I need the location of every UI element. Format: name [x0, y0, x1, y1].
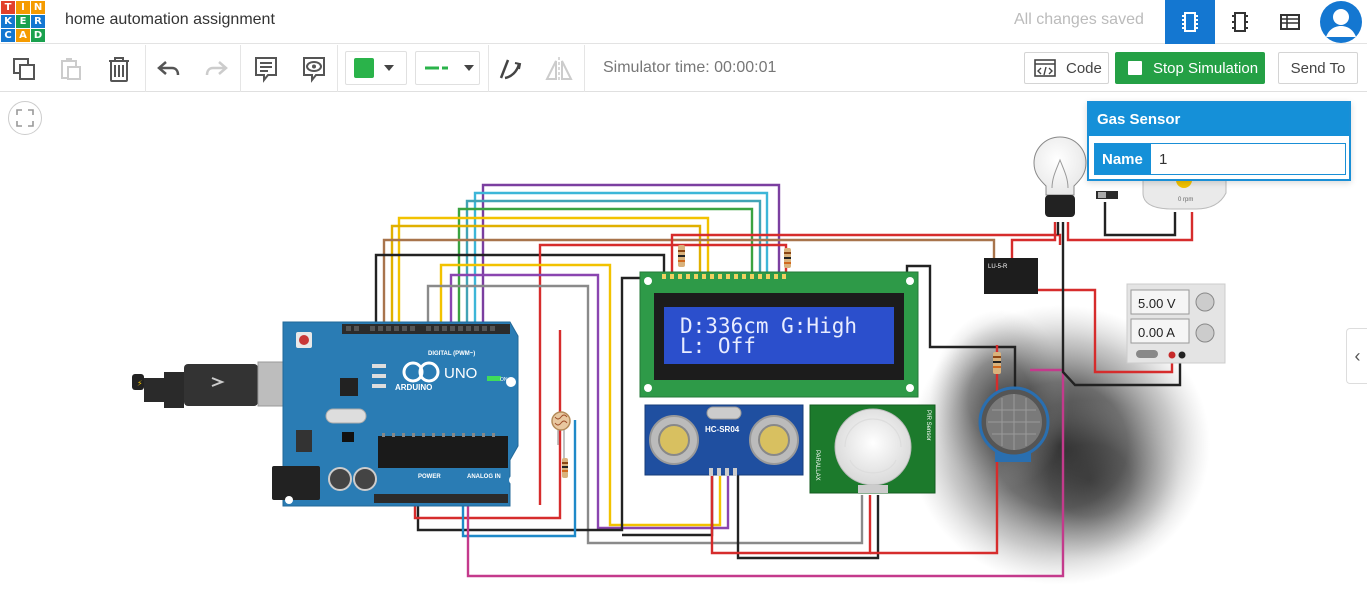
- trash-icon: [109, 57, 129, 82]
- arduino-uno-board[interactable]: DIGITAL (PWM~) ARDUINO UNO ON POWER ANAL…: [272, 321, 519, 507]
- component-list-icon: [1280, 14, 1300, 30]
- motor-readout: 0 rpm: [1178, 197, 1193, 203]
- send-to-label: Send To: [1290, 59, 1346, 77]
- inspector-name-field[interactable]: 1: [1151, 144, 1345, 174]
- inspector-title: Gas Sensor: [1089, 103, 1349, 136]
- toolbar-divider: [584, 45, 585, 92]
- editor-toolbar: Simulator time: 00:00:01 Code Stop Simul…: [0, 45, 1367, 92]
- supply-current: 0.00 A: [1138, 325, 1175, 340]
- pir-sensor[interactable]: PIR Sensor PARALLAX: [809, 404, 936, 494]
- ultrasonic-sensor[interactable]: HC-SR04: [644, 404, 804, 476]
- logo-letter: C: [1, 29, 15, 42]
- chevron-left-icon: ‹: [1354, 345, 1361, 366]
- analog-pins-label: ANALOG IN: [467, 474, 501, 480]
- logo-letter: K: [1, 15, 15, 28]
- circuit-view-icon: [1182, 12, 1198, 32]
- copy-button[interactable]: [8, 53, 40, 85]
- project-title[interactable]: home automation assignment: [65, 11, 275, 29]
- note-icon: [255, 57, 277, 83]
- lcd-resistors: [678, 245, 791, 268]
- code-label: Code: [1066, 59, 1102, 77]
- tinkercad-logo[interactable]: T I N K E R C A D: [0, 0, 46, 44]
- delete-button[interactable]: [103, 53, 135, 85]
- toolbar-divider: [488, 45, 489, 92]
- code-button[interactable]: Code: [1024, 52, 1109, 84]
- logo-letter: A: [16, 29, 30, 42]
- logo-letter: R: [31, 15, 45, 28]
- pir-side-label: PARALLAX: [814, 450, 820, 481]
- wire-type-icon: [425, 66, 448, 70]
- schematic-view-button[interactable]: [1215, 0, 1265, 44]
- notes-visibility-button[interactable]: [298, 53, 330, 85]
- paste-icon: [61, 58, 81, 80]
- logo-letter: D: [31, 29, 45, 42]
- chevron-down-icon: [464, 65, 474, 71]
- pir-label: PIR Sensor: [925, 410, 931, 441]
- light-bulb[interactable]: [1033, 136, 1087, 217]
- toolbar-divider: [240, 45, 241, 92]
- avatar-icon: [1320, 1, 1362, 43]
- supply-voltage: 5.00 V: [1138, 296, 1176, 311]
- lcd-display[interactable]: D:336cm G:High L: Off: [639, 271, 919, 398]
- circuit-view-button[interactable]: [1165, 0, 1215, 44]
- top-bar: T I N K E R C A D home automation assign…: [0, 0, 1367, 44]
- power-supply[interactable]: 5.00 V 0.00 A: [1126, 283, 1226, 364]
- eye-note-icon: [303, 57, 325, 83]
- lcd-line-2: L: Off: [680, 334, 756, 358]
- toolbar-divider: [337, 45, 338, 92]
- stop-icon: [1128, 61, 1142, 75]
- relay-module[interactable]: LU-5-R: [984, 258, 1038, 294]
- svg-text:⚡: ⚡: [137, 379, 143, 388]
- toolbar-divider: [145, 45, 146, 92]
- code-icon: [1034, 59, 1056, 77]
- ultrasonic-label: HC-SR04: [705, 425, 740, 434]
- relay-label: LU-5-R: [988, 264, 1008, 270]
- logo-letter: N: [31, 1, 45, 14]
- copy-icon: [13, 58, 35, 80]
- flip-icon: [545, 57, 573, 81]
- slide-switch[interactable]: [1096, 191, 1118, 199]
- undo-icon: [157, 61, 180, 76]
- paste-button[interactable]: [55, 53, 87, 85]
- inspector-name-label: Name: [1095, 144, 1151, 174]
- stop-simulation-label: Stop Simulation: [1153, 59, 1259, 77]
- arduino-model: UNO: [444, 365, 477, 382]
- logo-letter: E: [16, 15, 30, 28]
- power-pins-label: POWER: [418, 474, 441, 480]
- component-inspector[interactable]: Gas Sensor Name 1: [1087, 101, 1351, 181]
- logo-letter: T: [1, 1, 15, 14]
- arduino-brand: ARDUINO: [395, 383, 432, 392]
- inspector-name-row: Name 1: [1094, 143, 1346, 175]
- wire-type-dropdown[interactable]: [415, 51, 480, 85]
- send-to-button[interactable]: Send To: [1278, 52, 1358, 84]
- circuit-canvas[interactable]: ⚡ DIGITAL (PWM~) ARDUINO UNO ON POWER AN…: [0, 93, 1367, 602]
- user-avatar[interactable]: [1318, 0, 1364, 44]
- redo-icon: [205, 61, 228, 76]
- schematic-view-icon: [1232, 12, 1248, 32]
- gas-sensor-resistor: [993, 352, 1001, 374]
- wire-color-swatch: [354, 58, 374, 78]
- logo-letter: I: [16, 1, 30, 14]
- redo-button[interactable]: [200, 53, 232, 85]
- stop-simulation-button[interactable]: Stop Simulation: [1115, 52, 1265, 84]
- undo-button[interactable]: [153, 53, 185, 85]
- chevron-down-icon: [384, 65, 394, 71]
- rotate-button[interactable]: [494, 53, 526, 85]
- save-status: All changes saved: [1014, 11, 1144, 28]
- flip-button[interactable]: [543, 53, 575, 85]
- digital-pins-label: DIGITAL (PWM~): [428, 351, 475, 357]
- rotate-icon: [499, 59, 522, 80]
- simulator-time: Simulator time: 00:00:01: [603, 59, 777, 76]
- wire-color-dropdown[interactable]: [345, 51, 407, 85]
- expand-panel-button[interactable]: ‹: [1346, 328, 1367, 384]
- component-list-button[interactable]: [1265, 0, 1315, 44]
- notes-button[interactable]: [250, 53, 282, 85]
